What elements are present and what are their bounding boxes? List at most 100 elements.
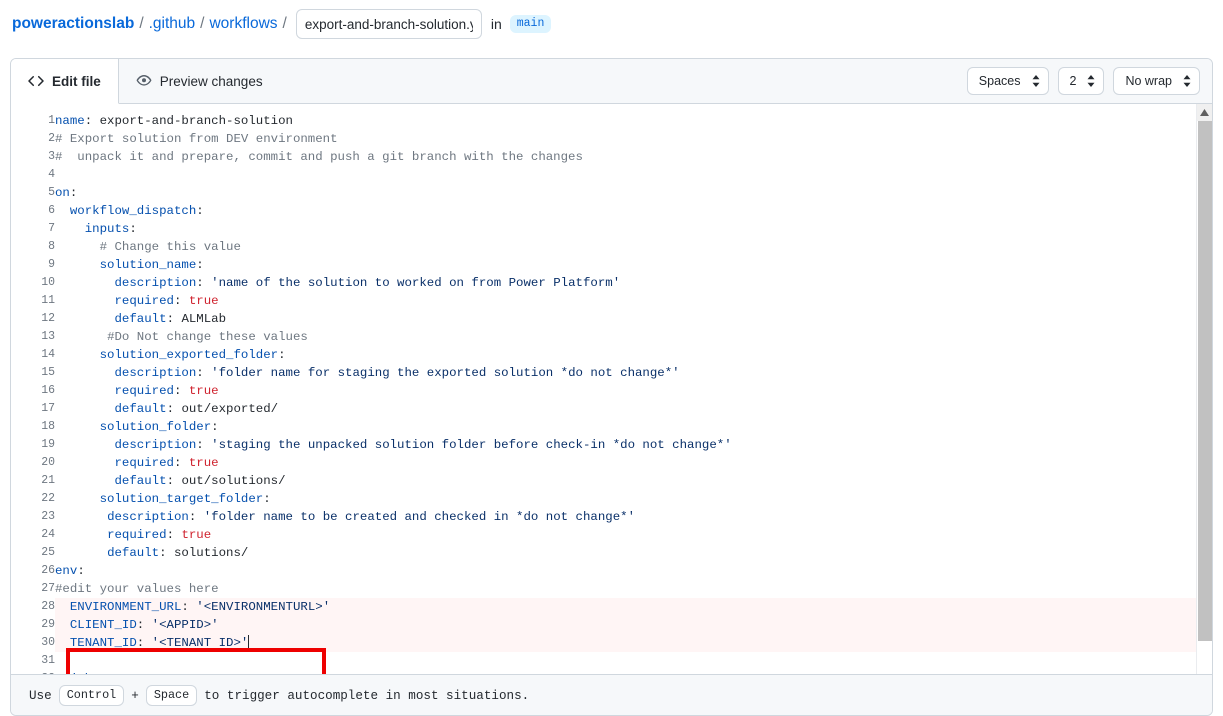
tab-edit-file[interactable]: Edit file <box>11 59 119 104</box>
line-source[interactable] <box>55 166 1196 184</box>
code-token: : <box>211 420 218 434</box>
line-number: 30 <box>11 634 55 652</box>
code-token <box>55 276 115 290</box>
code-line: 20 required: true <box>11 454 1196 472</box>
line-source[interactable]: ENVIRONMENT_URL: '<ENVIRONMENTURL>' <box>55 598 1196 616</box>
scroll-up-arrow-icon[interactable] <box>1197 104 1212 121</box>
indent-size-select[interactable]: 2 <box>1058 67 1105 95</box>
line-source[interactable]: # Change this value <box>55 238 1196 256</box>
code-token: 'folder name to be created and checked i… <box>204 510 635 524</box>
code-token <box>55 672 70 674</box>
line-number: 14 <box>11 346 55 364</box>
code-line: 2# Export solution from DEV environment <box>11 130 1196 148</box>
filename-input[interactable] <box>296 9 482 39</box>
code-token <box>55 438 115 452</box>
code-token: : <box>167 528 182 542</box>
code-token: : <box>174 294 189 308</box>
line-source[interactable]: required: true <box>55 382 1196 400</box>
code-token: env <box>55 564 77 578</box>
line-source[interactable]: TENANT_ID: '<TENANT ID>' <box>55 634 1196 652</box>
in-label: in <box>491 16 502 32</box>
breadcrumb: poweractionslab / .github / workflows / … <box>0 6 1223 42</box>
branch-badge: main <box>510 15 552 33</box>
code-token: solution_folder <box>100 420 212 434</box>
code-token: solution_exported_folder <box>100 348 278 362</box>
editor-scrollbar[interactable] <box>1196 104 1212 674</box>
code-editor-area[interactable]: 1name: export-and-branch-solution2# Expo… <box>11 104 1212 674</box>
wrap-mode-select[interactable]: No wrap <box>1113 67 1200 95</box>
code-line: 21 default: out/solutions/ <box>11 472 1196 490</box>
line-source[interactable]: on: <box>55 184 1196 202</box>
line-source[interactable]: default: out/exported/ <box>55 400 1196 418</box>
code-token: true <box>189 294 219 308</box>
editor-toolbar: Spaces 2 No wrap <box>967 59 1212 103</box>
line-source[interactable]: solution_name: <box>55 256 1196 274</box>
editor-footer-hint: Use Control + Space to trigger autocompl… <box>11 674 1212 716</box>
code-token: solution_target_folder <box>100 492 264 506</box>
line-source[interactable]: default: ALMLab <box>55 310 1196 328</box>
code-line: 18 solution_folder: <box>11 418 1196 436</box>
breadcrumb-dir-github[interactable]: .github <box>149 15 196 33</box>
breadcrumb-dir-workflows[interactable]: workflows <box>209 15 277 33</box>
line-source[interactable]: default: out/solutions/ <box>55 472 1196 490</box>
line-source[interactable]: # Export solution from DEV environment <box>55 130 1196 148</box>
line-number: 4 <box>11 166 55 184</box>
code-token: solutions/ <box>174 546 248 560</box>
line-source[interactable]: description: 'name of the solution to wo… <box>55 274 1196 292</box>
line-source[interactable]: solution_folder: <box>55 418 1196 436</box>
line-source[interactable]: description: 'folder name to be created … <box>55 508 1196 526</box>
tab-preview-changes-label: Preview changes <box>160 74 263 89</box>
code-token: required <box>107 528 167 542</box>
line-source[interactable]: solution_exported_folder: <box>55 346 1196 364</box>
code-line: 23 description: 'folder name to be creat… <box>11 508 1196 526</box>
chevron-updown-icon <box>1182 74 1192 88</box>
line-source[interactable]: required: true <box>55 292 1196 310</box>
code-token: description <box>107 510 189 524</box>
code-token <box>55 330 107 344</box>
code-token <box>55 312 115 326</box>
breadcrumb-owner[interactable]: poweractionslab <box>12 15 134 33</box>
line-source[interactable]: required: true <box>55 454 1196 472</box>
line-source[interactable]: jobs: <box>55 670 1196 674</box>
code-token: : <box>70 186 77 200</box>
code-token: # Export solution from DEV environment <box>55 132 338 146</box>
line-source[interactable]: #edit your values here <box>55 580 1196 598</box>
line-number: 11 <box>11 292 55 310</box>
code-token <box>55 528 107 542</box>
indent-mode-select[interactable]: Spaces <box>967 67 1049 95</box>
code-token: : <box>159 546 174 560</box>
line-source[interactable]: solution_target_folder: <box>55 490 1196 508</box>
line-source[interactable]: #Do Not change these values <box>55 328 1196 346</box>
line-source[interactable]: required: true <box>55 526 1196 544</box>
line-source[interactable]: default: solutions/ <box>55 544 1196 562</box>
code-line: 4 <box>11 166 1196 184</box>
code-token: : <box>196 438 211 452</box>
tab-preview-changes[interactable]: Preview changes <box>119 59 280 103</box>
line-source[interactable]: description: 'folder name for staging th… <box>55 364 1196 382</box>
code-token: required <box>115 294 175 308</box>
code-line: 24 required: true <box>11 526 1196 544</box>
line-source[interactable]: description: 'staging the unpacked solut… <box>55 436 1196 454</box>
line-source[interactable] <box>55 652 1196 670</box>
line-source[interactable]: workflow_dispatch: <box>55 202 1196 220</box>
line-number: 9 <box>11 256 55 274</box>
line-source[interactable]: inputs: <box>55 220 1196 238</box>
editor-frame: Edit file Preview changes Spaces <box>10 58 1213 716</box>
scrollbar-thumb[interactable] <box>1198 121 1212 641</box>
code-token <box>55 510 107 524</box>
code-token: : <box>263 492 270 506</box>
line-source[interactable]: CLIENT_ID: '<APPID>' <box>55 616 1196 634</box>
code-table: 1name: export-and-branch-solution2# Expo… <box>11 112 1196 674</box>
code-token: : <box>137 618 152 632</box>
code-token: : <box>129 222 136 236</box>
line-number: 27 <box>11 580 55 598</box>
line-number: 24 <box>11 526 55 544</box>
code-token: true <box>189 456 219 470</box>
line-source[interactable]: env: <box>55 562 1196 580</box>
code-token <box>55 348 100 362</box>
code-line: 26env: <box>11 562 1196 580</box>
code-token: # unpack it and prepare, commit and push… <box>55 150 583 164</box>
code-token: : <box>167 474 182 488</box>
line-source[interactable]: # unpack it and prepare, commit and push… <box>55 148 1196 166</box>
line-source[interactable]: name: export-and-branch-solution <box>55 112 1196 130</box>
